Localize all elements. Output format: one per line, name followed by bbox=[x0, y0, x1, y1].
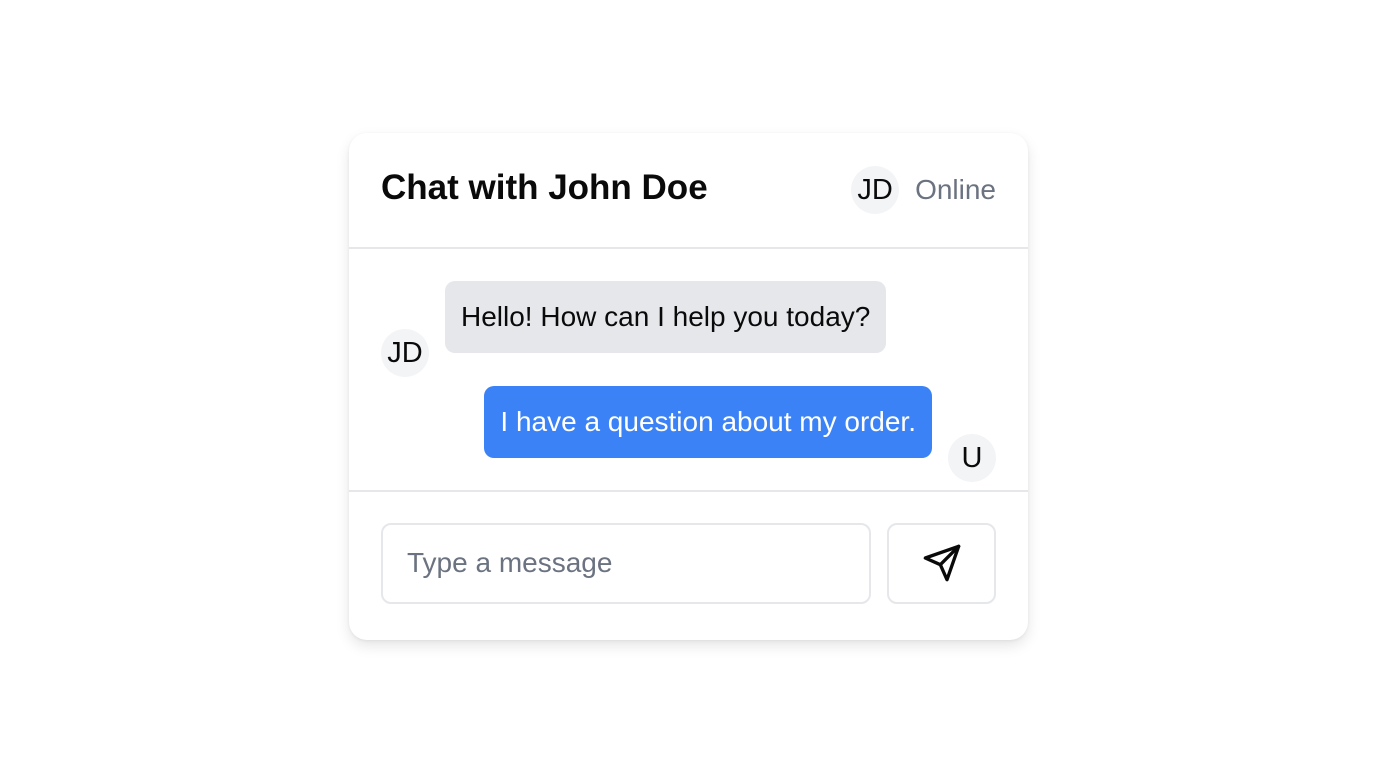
chat-title: Chat with John Doe bbox=[381, 168, 708, 207]
message-input[interactable] bbox=[381, 522, 871, 604]
user-avatar: U bbox=[948, 434, 996, 482]
send-icon bbox=[922, 543, 962, 583]
sender-avatar: JD bbox=[381, 329, 429, 377]
contact-avatar: JD bbox=[851, 166, 900, 214]
chat-window: Chat with John Doe JD Online JD Hello! H… bbox=[349, 133, 1028, 640]
message-bubble-outgoing: I have a question about my order. bbox=[484, 386, 932, 458]
send-button[interactable] bbox=[887, 522, 996, 604]
message-incoming: JD Hello! How can I help you today? bbox=[381, 281, 887, 377]
message-outgoing: I have a question about my order. U bbox=[484, 386, 996, 482]
contact-status: JD Online bbox=[851, 166, 996, 214]
status-text: Online bbox=[915, 174, 996, 205]
message-list: JD Hello! How can I help you today? I ha… bbox=[349, 249, 1028, 492]
message-bubble-incoming: Hello! How can I help you today? bbox=[445, 281, 887, 353]
chat-header: Chat with John Doe JD Online bbox=[349, 133, 1028, 249]
message-composer bbox=[349, 492, 1028, 638]
